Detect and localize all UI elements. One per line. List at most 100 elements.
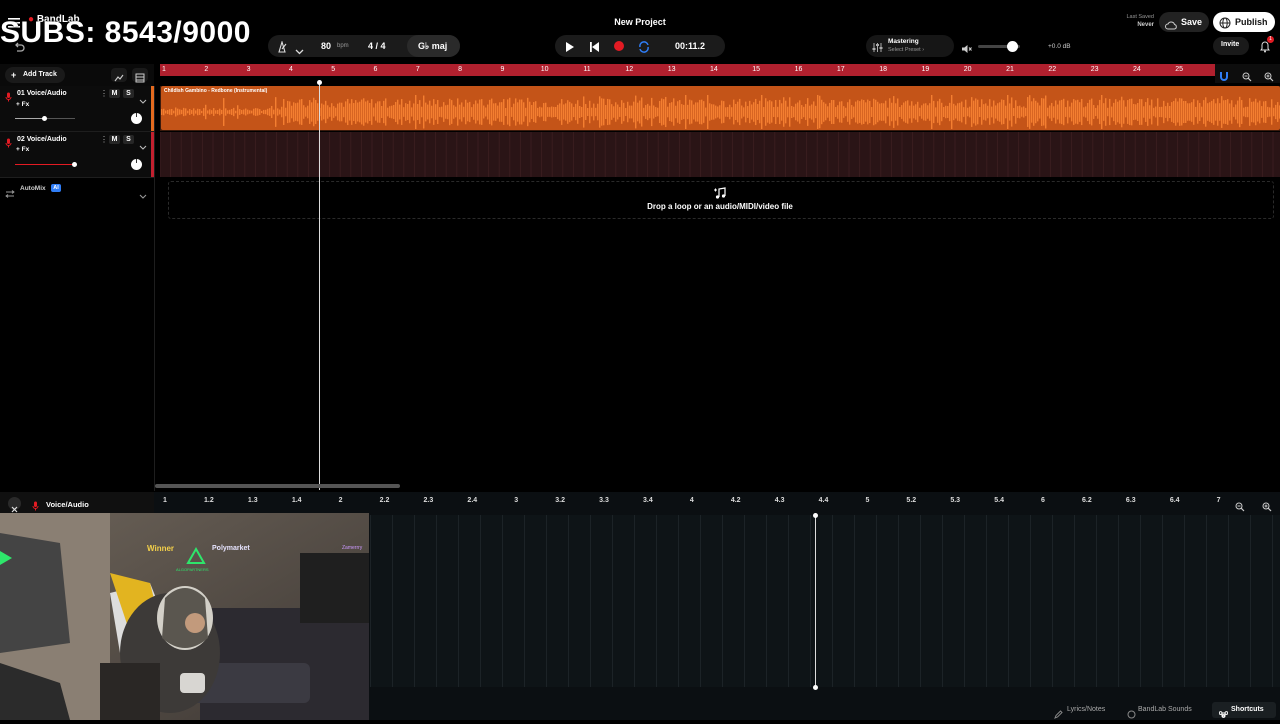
waveform-bar bbox=[491, 98, 493, 126]
waveform-bar bbox=[1025, 107, 1027, 117]
waveform-bar bbox=[931, 95, 933, 129]
waveform-bar bbox=[599, 96, 601, 128]
waveform-bar bbox=[347, 98, 349, 126]
waveform-bar bbox=[649, 105, 651, 119]
record-button[interactable] bbox=[614, 41, 624, 51]
waveform-bar bbox=[913, 105, 915, 119]
bandlab-sounds-button[interactable]: BandLab Sounds bbox=[1138, 706, 1192, 713]
waveform-bar bbox=[899, 107, 901, 117]
time-signature[interactable]: 4 / 4 bbox=[368, 41, 386, 51]
editor-ruler[interactable]: 1 1.2 1.3 1.4 2 2.2 2.3 2.4 3 3.2 3.3 3.4 4 4.2 4.3 4.4… bbox=[160, 497, 1221, 509]
automix-label[interactable]: AutoMix bbox=[20, 185, 46, 192]
waveform-bar bbox=[1095, 107, 1097, 117]
webcam-overlay: Winner Polymarket ALGOPARTNERS Zamerrry bbox=[0, 513, 369, 720]
editor-grid-line bbox=[1250, 515, 1251, 687]
track-volume-handle[interactable] bbox=[72, 162, 77, 167]
track-name[interactable]: 01 Voice/Audio bbox=[17, 90, 67, 97]
waveform-bar bbox=[415, 95, 417, 129]
lyrics-notes-button[interactable]: Lyrics/Notes bbox=[1067, 706, 1105, 713]
track-volume-handle[interactable] bbox=[42, 116, 47, 121]
editor-grid-line bbox=[1008, 515, 1009, 687]
solo-button[interactable]: S bbox=[123, 135, 134, 144]
waveform-bar bbox=[555, 106, 557, 118]
track-more-icon[interactable]: ⋮ bbox=[100, 135, 108, 144]
mastering-preset: Select Preset › bbox=[888, 47, 925, 53]
chevron-down-icon[interactable] bbox=[139, 186, 147, 204]
chevron-down-icon[interactable] bbox=[295, 42, 304, 60]
waveform-bar bbox=[1215, 103, 1217, 121]
waveform-bar bbox=[489, 99, 491, 125]
waveform-bar bbox=[861, 99, 863, 125]
waveform-bar bbox=[1173, 100, 1175, 124]
mute-button[interactable]: M bbox=[109, 135, 120, 144]
speaker-mute-icon[interactable] bbox=[961, 41, 972, 59]
waveform-bar bbox=[775, 100, 777, 124]
waveform-bar bbox=[949, 102, 951, 122]
solo-button[interactable]: S bbox=[123, 89, 134, 98]
waveform-bar bbox=[1091, 98, 1093, 126]
waveform-bar bbox=[669, 102, 671, 122]
editor-grid-line bbox=[898, 515, 899, 687]
waveform-bar bbox=[895, 103, 897, 121]
waveform-bar bbox=[767, 101, 769, 123]
add-fx-button[interactable]: + Fx bbox=[16, 101, 29, 108]
waveform-bar bbox=[615, 102, 617, 122]
waveform-bar bbox=[191, 110, 193, 114]
chevron-down-icon[interactable] bbox=[139, 137, 147, 155]
playhead[interactable] bbox=[319, 80, 320, 490]
waveform-bar bbox=[351, 99, 353, 125]
editor-grid-line bbox=[524, 515, 525, 687]
mute-button[interactable]: M bbox=[109, 89, 120, 98]
waveform-bar bbox=[179, 109, 181, 115]
waveform-bar bbox=[431, 105, 433, 119]
project-title[interactable]: New Project bbox=[560, 17, 720, 27]
waveform-bar bbox=[563, 104, 565, 120]
track-name[interactable]: 02 Voice/Audio bbox=[17, 136, 67, 143]
zoom-in-icon[interactable] bbox=[1264, 69, 1274, 87]
waveform-bar bbox=[1203, 100, 1205, 124]
waveform-bar bbox=[251, 110, 253, 114]
waveform-bar bbox=[181, 109, 183, 115]
loop-icon[interactable] bbox=[638, 40, 650, 58]
waveform-bar bbox=[261, 110, 263, 114]
waveform-bar bbox=[1033, 98, 1035, 126]
waveform-bar bbox=[203, 108, 205, 116]
play-icon[interactable] bbox=[565, 40, 575, 58]
waveform-bar bbox=[813, 101, 815, 123]
master-volume-handle[interactable] bbox=[1007, 41, 1018, 52]
track-more-icon[interactable]: ⋮ bbox=[100, 89, 108, 98]
waveform-bar bbox=[623, 102, 625, 122]
chevron-down-icon[interactable] bbox=[139, 91, 147, 109]
waveform-bar bbox=[287, 100, 289, 124]
timeline-ruler[interactable]: 1 2 3 4 5 6 7 8 9 10 11 12 13 14 15 16 17 18 19 20 21 22 23 24 2… bbox=[160, 64, 1215, 76]
horizontal-scrollbar[interactable] bbox=[155, 484, 400, 488]
editor-ruler-label: 2.3 bbox=[423, 497, 434, 504]
waveform-bar bbox=[1243, 107, 1245, 117]
waveform-bar bbox=[1153, 107, 1155, 117]
zoom-out-icon[interactable] bbox=[1242, 69, 1252, 87]
waveform-bar bbox=[799, 100, 801, 124]
playhead-handle[interactable] bbox=[317, 80, 322, 85]
skip-back-icon[interactable] bbox=[589, 40, 600, 58]
plus-icon: + bbox=[11, 70, 17, 80]
add-fx-button[interactable]: + Fx bbox=[16, 146, 29, 153]
sliders-icon bbox=[872, 40, 883, 58]
waveform-bar bbox=[1161, 106, 1163, 118]
waveform-bar bbox=[1099, 99, 1101, 125]
metronome-icon[interactable] bbox=[276, 40, 288, 58]
ruler-bar-number: 21 bbox=[1006, 66, 1014, 73]
waveform-bar bbox=[919, 107, 921, 117]
magnet-icon[interactable] bbox=[1219, 68, 1229, 86]
waveform-bar bbox=[989, 99, 991, 125]
waveform-bar bbox=[853, 106, 855, 118]
waveform-bar bbox=[545, 102, 547, 122]
editor-grid-line bbox=[722, 515, 723, 687]
waveform-bar bbox=[1155, 106, 1157, 118]
waveform-bar bbox=[1251, 101, 1253, 123]
editor-playhead[interactable] bbox=[815, 515, 816, 687]
waveform-bar bbox=[955, 105, 957, 119]
tempo-value[interactable]: 80 bbox=[321, 41, 331, 51]
editor-grid[interactable] bbox=[370, 515, 1280, 687]
waveform-bar bbox=[553, 106, 555, 118]
waveform-bar bbox=[831, 99, 833, 125]
